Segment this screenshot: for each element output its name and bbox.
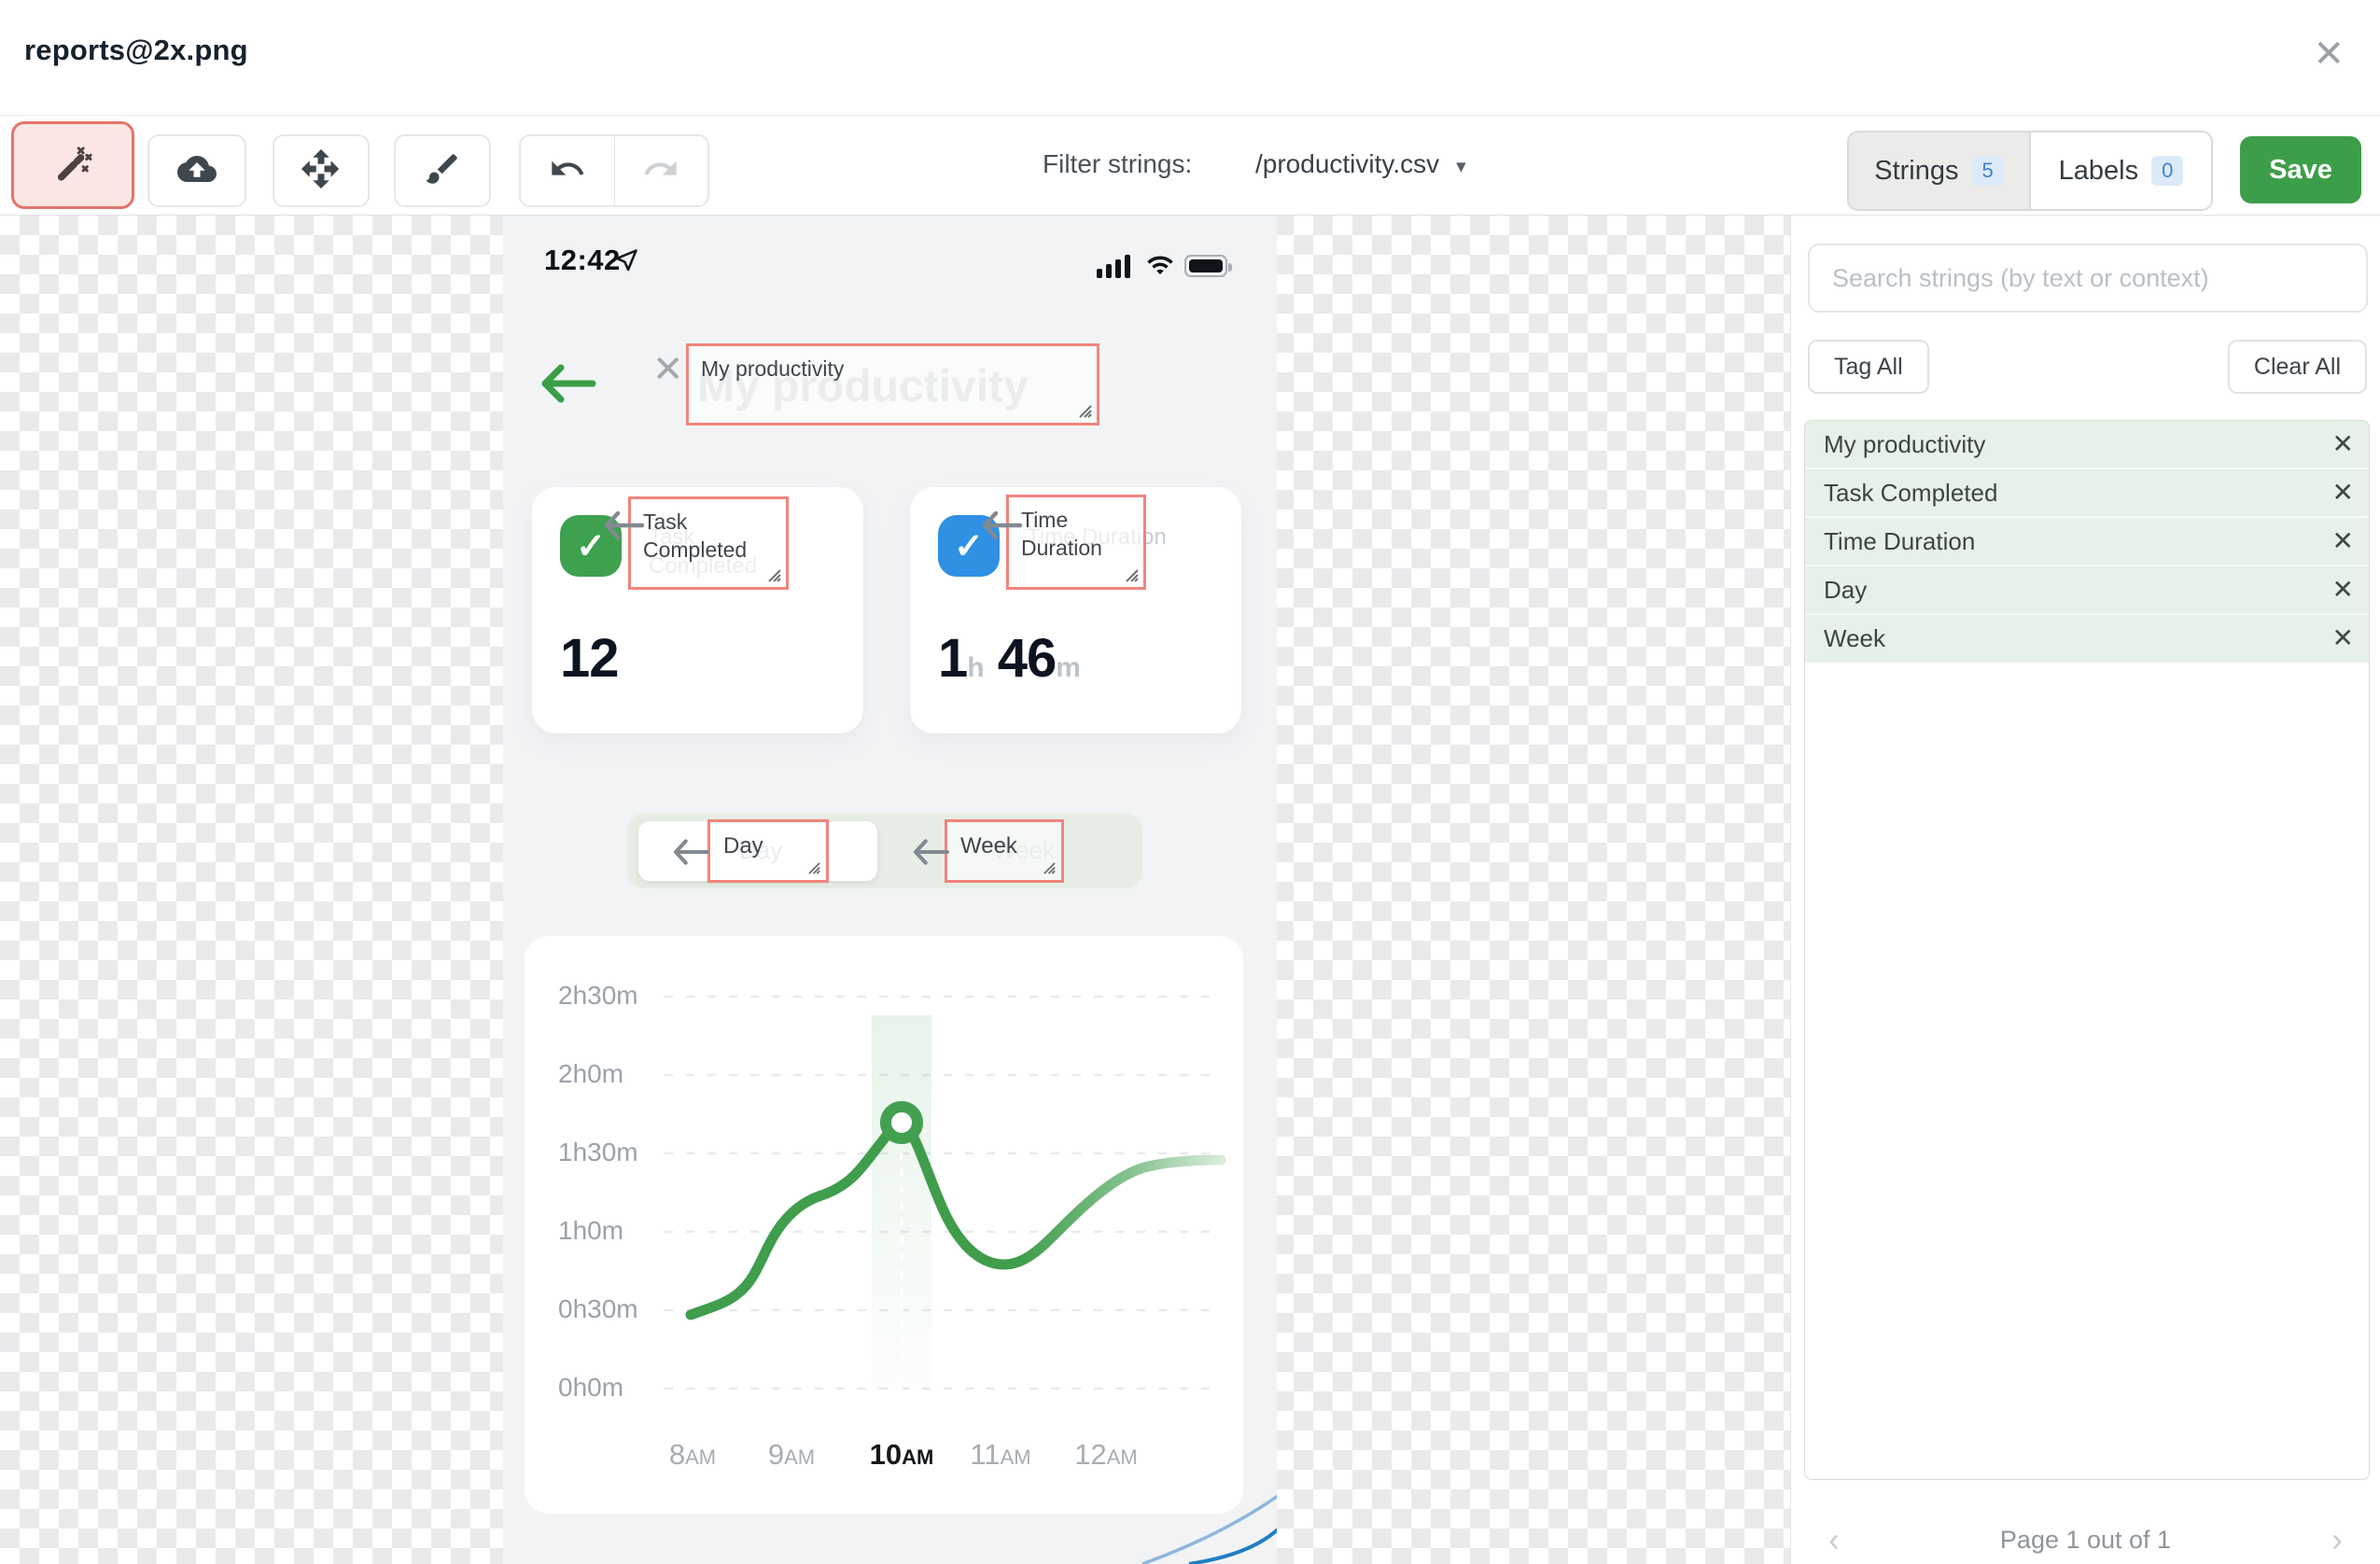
hours-unit: h (967, 652, 984, 683)
peak-marker (880, 1101, 923, 1144)
tag-box-day[interactable]: Day (707, 819, 829, 883)
move-icon (301, 148, 341, 193)
redo-icon (642, 150, 679, 192)
undo-button[interactable] (521, 136, 614, 205)
cloud-upload-icon (177, 149, 217, 193)
minutes-value: 46 (997, 628, 1057, 689)
time-duration-card: ✓ Time Duration Time Duration 1h 46m (910, 487, 1241, 733)
remove-tag-icon[interactable]: ✕ (652, 351, 684, 388)
list-item[interactable]: My productivity ✕ (1805, 421, 2369, 469)
list-item[interactable]: Day ✕ (1805, 566, 2369, 615)
string-text: Time Duration (1824, 526, 1976, 555)
remove-string-icon[interactable]: ✕ (2332, 480, 2354, 506)
editor-canvas[interactable]: 12:42 My productivity ✕ ✓ Task Completed… (0, 216, 1790, 1564)
resize-handle[interactable] (807, 861, 822, 876)
minutes-unit: m (1056, 652, 1081, 683)
tag-text-day: Day (723, 833, 763, 859)
tag-anchor-arrow-icon (603, 508, 646, 548)
strings-labels-tabs: Strings 5 Labels 0 (1847, 131, 2213, 211)
page-indicator: Page 1 out of 1 (1999, 1526, 2172, 1554)
task-completed-card: ✓ Task Completed Task Completed 12 (532, 487, 863, 733)
remove-string-icon[interactable]: ✕ (2332, 528, 2354, 554)
tag-anchor-arrow-icon (672, 836, 711, 873)
back-arrow-icon (537, 363, 598, 409)
clear-all-button[interactable]: Clear All (2227, 340, 2367, 394)
move-button[interactable] (273, 134, 370, 207)
task-count-value: 12 (560, 628, 620, 689)
tag-box-task[interactable]: Task Completed (628, 496, 789, 590)
day-week-toggle: Day Day Week Week (627, 814, 1142, 888)
brush-icon (423, 149, 462, 193)
tag-anchor-arrow-icon (912, 836, 951, 873)
list-item[interactable]: Time Duration ✕ (1805, 518, 2369, 566)
string-text: Week (1824, 623, 1885, 652)
filter-strings-label: Filter strings: (1043, 149, 1193, 178)
list-item[interactable]: Task Completed ✕ (1805, 469, 2369, 518)
tag-box-time[interactable]: Time Duration (1006, 495, 1146, 590)
resize-handle[interactable] (1043, 861, 1057, 876)
labels-count-badge: 0 (2151, 155, 2184, 187)
location-arrow-icon (613, 247, 639, 278)
strings-count-badge: 5 (1971, 155, 2004, 187)
x-tick: 11AM (970, 1438, 1031, 1471)
auto-tag-button[interactable] (11, 121, 134, 209)
string-text: Task Completed (1824, 478, 1998, 507)
filter-file-dropdown[interactable]: /productivity.csv ▾ (1255, 149, 1466, 179)
clear-tags-button[interactable] (394, 134, 491, 207)
pagination: ‹ Page 1 out of 1 › (1791, 1518, 2380, 1564)
undo-icon (549, 150, 586, 192)
remove-string-icon[interactable]: ✕ (2332, 431, 2354, 457)
line-chart-plot (665, 995, 1226, 1390)
resize-handle[interactable] (767, 568, 782, 583)
resize-handle[interactable] (1078, 404, 1093, 419)
resize-handle[interactable] (1125, 568, 1140, 583)
next-page-icon[interactable]: › (2331, 1520, 2343, 1559)
x-tick: 9AM (767, 1438, 816, 1471)
status-time: 12:42 (544, 244, 621, 276)
tag-anchor-arrow-icon (981, 508, 1024, 548)
hours-value: 1 (938, 628, 968, 689)
tag-text-task: Task Completed (643, 510, 748, 562)
file-title: reports@2x.png (24, 34, 248, 66)
tab-strings[interactable]: Strings 5 (1849, 133, 2031, 209)
toolbar: Filter strings: /productivity.csv ▾ Strin… (0, 116, 2380, 216)
magic-wand-icon (53, 144, 92, 188)
undo-redo-group (519, 134, 709, 207)
tag-box-week[interactable]: Week (945, 819, 1064, 883)
screenshot-image: 12:42 My productivity ✕ ✓ Task Completed… (503, 216, 1277, 1564)
signal-icon (1097, 255, 1130, 278)
tag-text-title: My productivity (701, 356, 845, 381)
tab-strings-label: Strings (1874, 155, 1959, 186)
caret-down-icon: ▾ (1456, 156, 1466, 177)
tab-labels[interactable]: Labels 0 (2031, 133, 2211, 209)
x-tick: 8AM (668, 1438, 717, 1471)
save-button[interactable]: Save (2240, 136, 2361, 203)
battery-icon (1184, 255, 1232, 277)
tag-text-week: Week (960, 833, 1017, 859)
tag-box-title[interactable]: My productivity (686, 343, 1099, 426)
search-input[interactable] (1808, 244, 2368, 313)
window-header: reports@2x.png ✕ (0, 0, 2380, 116)
tag-all-button[interactable]: Tag All (1808, 340, 1929, 394)
productivity-chart: 2h30m 2h0m 1h30m 1h0m 0h30m 0h0m 8AM 9AM… (525, 936, 1243, 1514)
list-item[interactable]: Week ✕ (1805, 615, 2369, 663)
remove-string-icon[interactable]: ✕ (2332, 577, 2354, 603)
tab-labels-label: Labels (2058, 155, 2139, 186)
remove-string-icon[interactable]: ✕ (2332, 625, 2354, 651)
time-duration-value: 1h 46m (938, 627, 1081, 690)
upload-button[interactable] (147, 134, 246, 207)
strings-list: My productivity ✕ Task Completed ✕ Time … (1804, 420, 2370, 1480)
decorative-arcs (1141, 1494, 1277, 1564)
string-text: Day (1824, 575, 1868, 604)
close-icon[interactable]: ✕ (2313, 35, 2345, 73)
string-text: My productivity (1824, 429, 1986, 458)
app-window: reports@2x.png ✕ Filter strings: /produc… (0, 0, 2380, 1564)
filter-file-value: /productivity.csv (1255, 149, 1440, 178)
strings-sidebar: Tag All Clear All My productivity ✕ Task… (1790, 216, 2380, 1564)
x-tick-active: 10AM (869, 1438, 934, 1471)
tag-text-time: Time Duration (1021, 508, 1102, 560)
wifi-icon (1143, 251, 1177, 284)
redo-button[interactable] (613, 136, 708, 205)
